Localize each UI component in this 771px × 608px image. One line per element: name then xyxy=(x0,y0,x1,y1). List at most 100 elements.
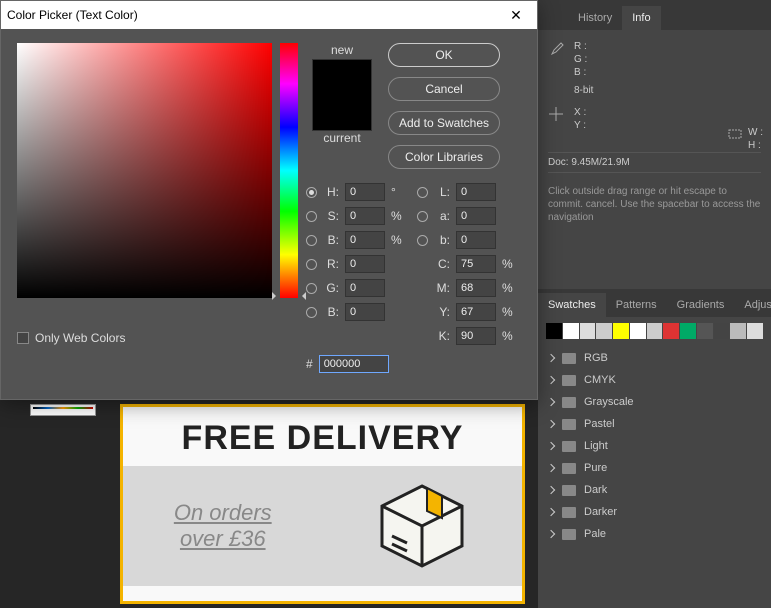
radio-H[interactable] xyxy=(306,187,317,198)
input-H[interactable] xyxy=(345,183,385,201)
dialog-titlebar[interactable]: Color Picker (Text Color) ✕ xyxy=(1,1,537,29)
chevron-right-icon xyxy=(547,486,555,494)
folder-label: Light xyxy=(584,440,608,452)
radio-L[interactable] xyxy=(417,187,428,198)
radio-Brgb[interactable] xyxy=(306,307,317,318)
swatch[interactable] xyxy=(647,323,663,339)
banner-artwork: FREE DELIVERY On orders over £36 xyxy=(120,404,525,604)
input-M[interactable] xyxy=(456,279,496,297)
label-Bhsb: B: xyxy=(323,233,339,247)
close-icon[interactable]: ✕ xyxy=(501,7,531,24)
chevron-right-icon xyxy=(547,420,555,428)
input-C[interactable] xyxy=(456,255,496,273)
input-b[interactable] xyxy=(456,231,496,249)
swatch[interactable] xyxy=(680,323,696,339)
chevron-right-icon xyxy=(547,508,555,516)
folder-icon xyxy=(562,419,576,430)
banner-title: FREE DELIVERY xyxy=(123,407,522,466)
input-a[interactable] xyxy=(456,207,496,225)
input-R[interactable] xyxy=(345,255,385,273)
swatch-folder-light[interactable]: Light xyxy=(546,435,763,457)
swatch[interactable] xyxy=(613,323,629,339)
color-libraries-button[interactable]: Color Libraries xyxy=(388,145,500,169)
swatch[interactable] xyxy=(730,323,746,339)
swatch-folder-pure[interactable]: Pure xyxy=(546,457,763,479)
tab-adjustments[interactable]: Adjustment xyxy=(734,293,771,317)
swatch[interactable] xyxy=(580,323,596,339)
hue-handle[interactable] xyxy=(272,292,280,300)
swatch-folder-darker[interactable]: Darker xyxy=(546,501,763,523)
swatch[interactable] xyxy=(697,323,713,339)
input-G[interactable] xyxy=(345,279,385,297)
folder-icon xyxy=(562,507,576,518)
radio-a[interactable] xyxy=(417,211,428,222)
chevron-right-icon xyxy=(547,376,555,384)
folder-label: RGB xyxy=(584,352,608,364)
document-thumb[interactable] xyxy=(30,404,96,416)
unit-K: % xyxy=(502,329,514,343)
rgb-readout: R : G : B : xyxy=(574,40,587,79)
cancel-button[interactable]: Cancel xyxy=(388,77,500,101)
swatch[interactable] xyxy=(714,323,730,339)
tab-patterns[interactable]: Patterns xyxy=(606,293,667,317)
swatch[interactable] xyxy=(563,323,579,339)
swatch-folder-rgb[interactable]: RGB xyxy=(546,347,763,369)
radio-b[interactable] xyxy=(417,235,428,246)
crosshair-icon xyxy=(548,106,564,122)
current-label: current xyxy=(323,131,360,145)
input-L[interactable] xyxy=(456,183,496,201)
hint-text: Click outside drag range or hit escape t… xyxy=(548,185,761,224)
folder-label: Grayscale xyxy=(584,396,634,408)
hex-input[interactable] xyxy=(319,355,389,373)
add-swatches-button[interactable]: Add to Swatches xyxy=(388,111,500,135)
folder-icon xyxy=(562,397,576,408)
tab-gradients[interactable]: Gradients xyxy=(667,293,735,317)
unit-M: % xyxy=(502,281,514,295)
banner-line1: On orders xyxy=(174,500,272,526)
input-S[interactable] xyxy=(345,207,385,225)
swatch[interactable] xyxy=(596,323,612,339)
swatch-folder-grayscale[interactable]: Grayscale xyxy=(546,391,763,413)
web-colors-checkbox[interactable] xyxy=(17,332,29,344)
color-picker-dialog: Color Picker (Text Color) ✕ new current xyxy=(0,0,538,400)
swatch[interactable] xyxy=(546,323,562,339)
hue-handle[interactable] xyxy=(298,292,306,300)
hex-label: # xyxy=(306,357,313,371)
input-K[interactable] xyxy=(456,327,496,345)
radio-G[interactable] xyxy=(306,283,317,294)
xy-readout: X : Y : xyxy=(574,106,586,132)
swatch-folder-cmyk[interactable]: CMYK xyxy=(546,369,763,391)
color-preview xyxy=(312,59,372,131)
chevron-right-icon xyxy=(547,464,555,472)
swatch[interactable] xyxy=(630,323,646,339)
radio-R[interactable] xyxy=(306,259,317,270)
preview-new xyxy=(313,60,371,95)
web-colors-label: Only Web Colors xyxy=(35,331,125,345)
swatch[interactable] xyxy=(663,323,679,339)
swatch[interactable] xyxy=(747,323,763,339)
folder-icon xyxy=(562,529,576,540)
label-Y: Y: xyxy=(434,305,450,319)
input-Bhsb[interactable] xyxy=(345,231,385,249)
swatch-folder-pastel[interactable]: Pastel xyxy=(546,413,763,435)
tab-history[interactable]: History xyxy=(568,6,622,30)
tab-swatches[interactable]: Swatches xyxy=(538,293,606,317)
dimensions-icon xyxy=(728,126,742,140)
package-icon xyxy=(372,476,472,576)
radio-S[interactable] xyxy=(306,211,317,222)
radio-Bhsb[interactable] xyxy=(306,235,317,246)
hue-slider[interactable] xyxy=(280,43,298,298)
canvas[interactable]: FREE DELIVERY On orders over £36 xyxy=(0,400,538,608)
ok-button[interactable]: OK xyxy=(388,43,500,67)
saturation-value-field[interactable] xyxy=(17,43,272,298)
label-M: M: xyxy=(434,281,450,295)
swatch-folder-dark[interactable]: Dark xyxy=(546,479,763,501)
folder-icon xyxy=(562,375,576,386)
swatch-folder-pale[interactable]: Pale xyxy=(546,523,763,545)
tab-info[interactable]: Info xyxy=(622,6,660,30)
label-b: b: xyxy=(434,233,450,247)
label-G: G: xyxy=(323,281,339,295)
input-Brgb[interactable] xyxy=(345,303,385,321)
input-Y[interactable] xyxy=(456,303,496,321)
label-a: a: xyxy=(434,209,450,223)
